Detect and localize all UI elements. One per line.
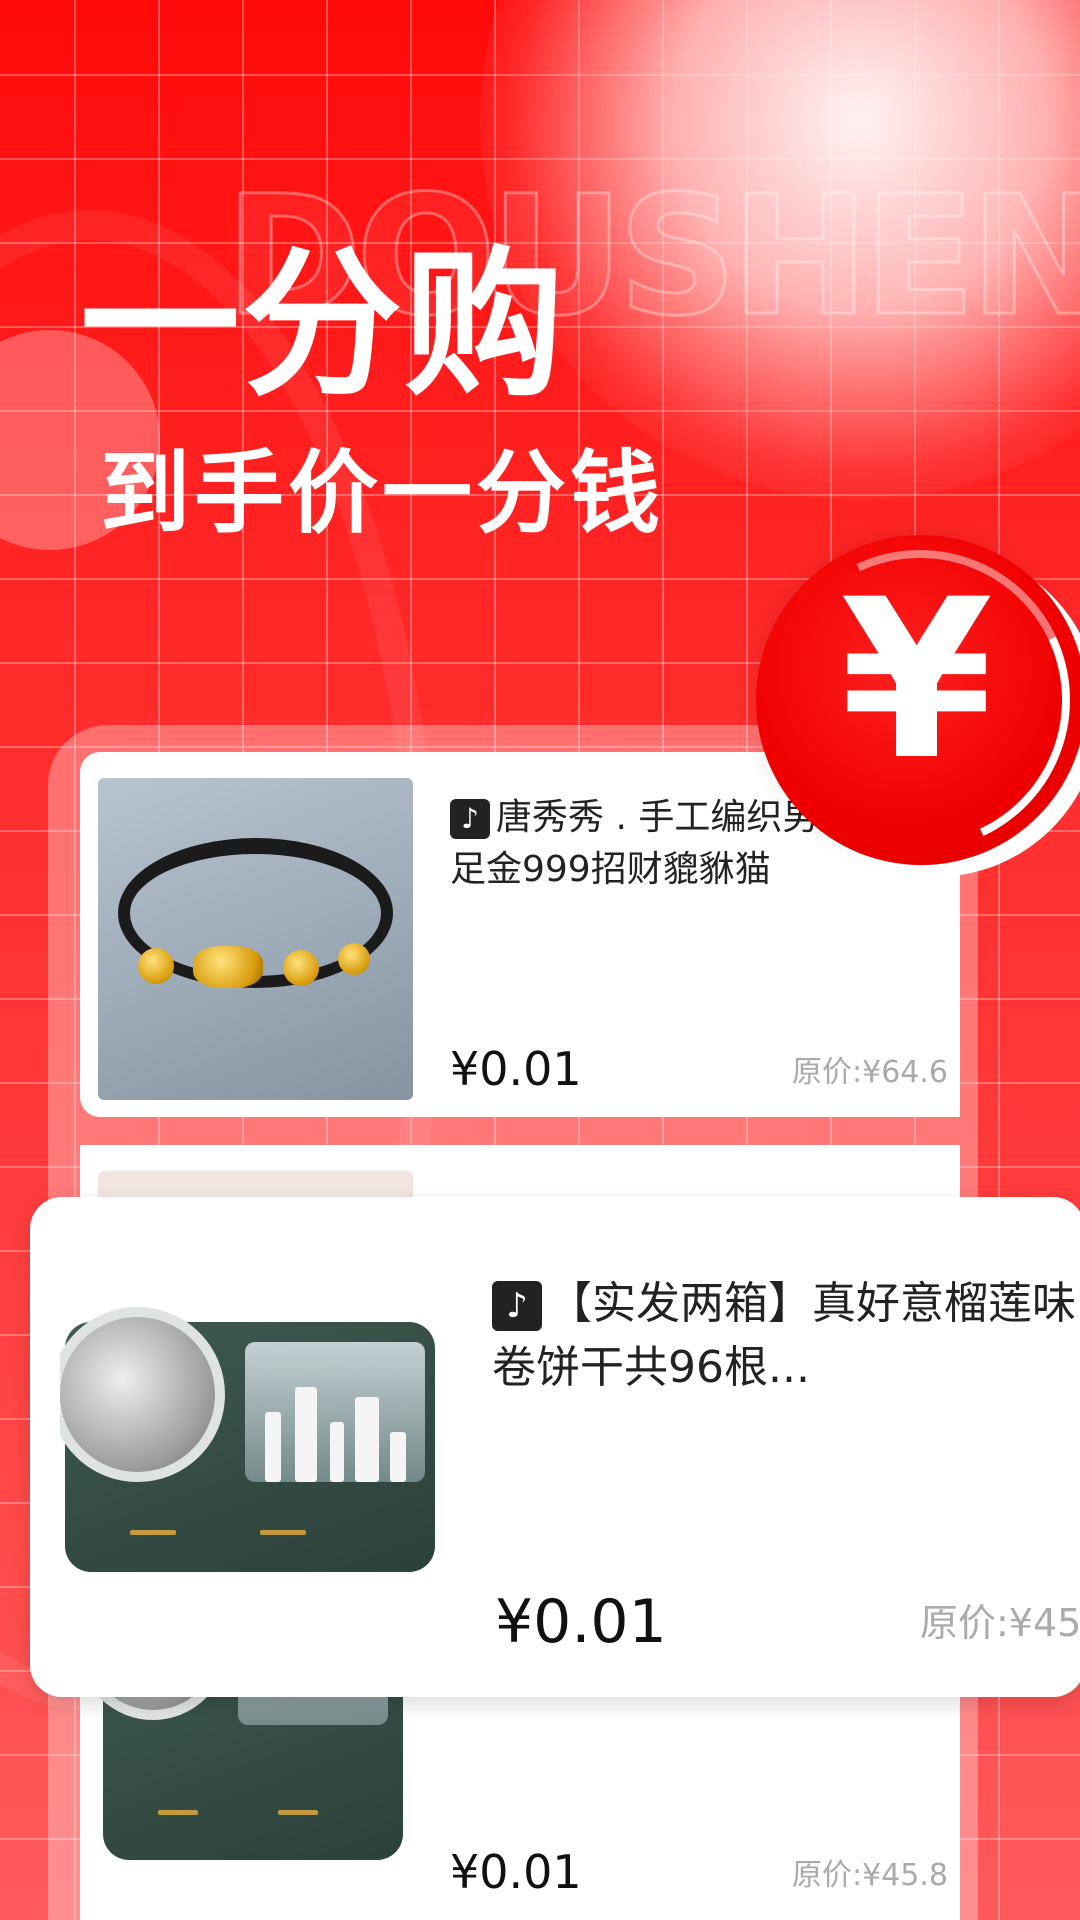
original-price: 原价:¥64.6: [792, 1055, 948, 1090]
product-title-line2: 卷饼干共96根...: [492, 1341, 810, 1393]
gold-bead: [338, 943, 370, 975]
drawer-handle: [278, 1810, 318, 1815]
gold-bead: [138, 948, 174, 984]
bottle: [390, 1432, 406, 1482]
drawer-handle: [158, 1810, 198, 1815]
gold-bead: [283, 950, 319, 986]
original-price: 原价:¥45.8: [792, 1858, 948, 1893]
product-image-bracelet: [98, 778, 413, 1100]
bottle: [330, 1422, 344, 1482]
cosmetic-tray: [245, 1342, 425, 1482]
featured-product-card[interactable]: ♪ 【实发两箱】真好意榴莲味 卷饼干共96根... ¥0.01 原价:¥45: [30, 1197, 1080, 1697]
bottle: [355, 1397, 379, 1482]
douyin-icon: ♪: [492, 1281, 542, 1331]
page-title: 一分购: [80, 231, 567, 418]
product-title: ♪ 【实发两箱】真好意榴莲味 卷饼干共96根...: [492, 1272, 1080, 1400]
product-card[interactable]: ¥0.01 原价:¥45.8: [80, 1660, 960, 1920]
product-image-cosmetic-box: [60, 1262, 450, 1654]
drawer-handle: [130, 1530, 176, 1535]
pixiu-charm: [193, 946, 263, 988]
product-price: ¥0.01: [450, 1042, 582, 1096]
page-subtitle: 到手价一分钱: [100, 441, 664, 546]
yuan-symbol: ¥: [840, 552, 994, 808]
product-title-line1: 【实发两箱】真好意榴莲味: [548, 1278, 1076, 1329]
drawer-handle: [260, 1530, 306, 1535]
original-price: 原价:¥45: [920, 1601, 1080, 1645]
product-price: ¥0.01: [450, 1845, 582, 1899]
product-price: ¥0.01: [495, 1587, 667, 1657]
bottle: [265, 1412, 281, 1482]
bottle: [295, 1387, 317, 1482]
douyin-icon: ♪: [450, 799, 490, 839]
